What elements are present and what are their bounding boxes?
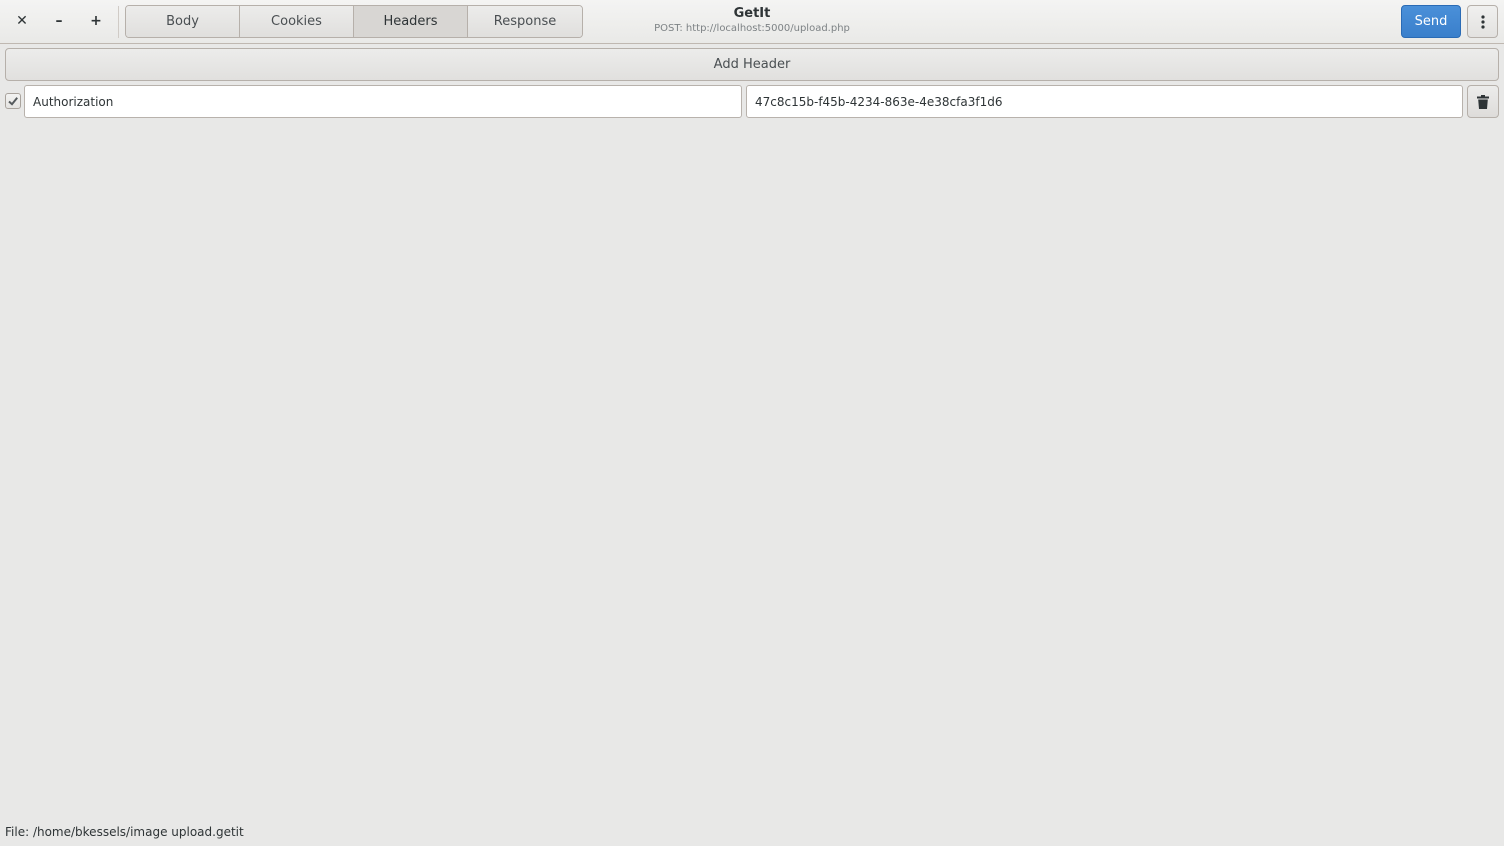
title-block: GetIt POST: http://localhost:5000/upload…: [600, 6, 904, 36]
trash-icon: [1477, 94, 1489, 109]
header-name-field[interactable]: Authorization: [24, 85, 742, 118]
delete-header-button[interactable]: [1467, 85, 1499, 118]
header-enabled-checkbox[interactable]: [5, 93, 21, 109]
checkmark-icon: [8, 97, 18, 106]
divider: [118, 6, 119, 38]
tab-cookies[interactable]: Cookies: [240, 6, 354, 37]
view-switcher: Body Cookies Headers Response: [125, 5, 583, 38]
tab-response[interactable]: Response: [468, 6, 582, 37]
status-file-path: File: /home/bkessels/image upload.getit: [5, 825, 244, 839]
window-title: GetIt: [733, 6, 771, 21]
header-value-field[interactable]: 47c8c15b-f45b-4234-863e-4e38cfa3f1d6: [746, 85, 1463, 118]
tab-headers[interactable]: Headers: [354, 6, 468, 37]
window-subtitle: POST: http://localhost:5000/upload.php: [654, 23, 850, 34]
tab-body[interactable]: Body: [126, 6, 240, 37]
send-button[interactable]: Send: [1401, 5, 1461, 38]
vertical-ellipsis-icon: [1480, 14, 1485, 29]
minimize-icon[interactable]: –: [45, 6, 73, 36]
menu-button[interactable]: [1467, 5, 1498, 38]
add-header-button[interactable]: Add Header: [5, 48, 1499, 81]
maximize-icon[interactable]: +: [82, 6, 110, 36]
close-icon[interactable]: ✕: [8, 6, 36, 36]
header-bar: ✕ – + Body Cookies Headers Response GetI…: [0, 0, 1504, 44]
